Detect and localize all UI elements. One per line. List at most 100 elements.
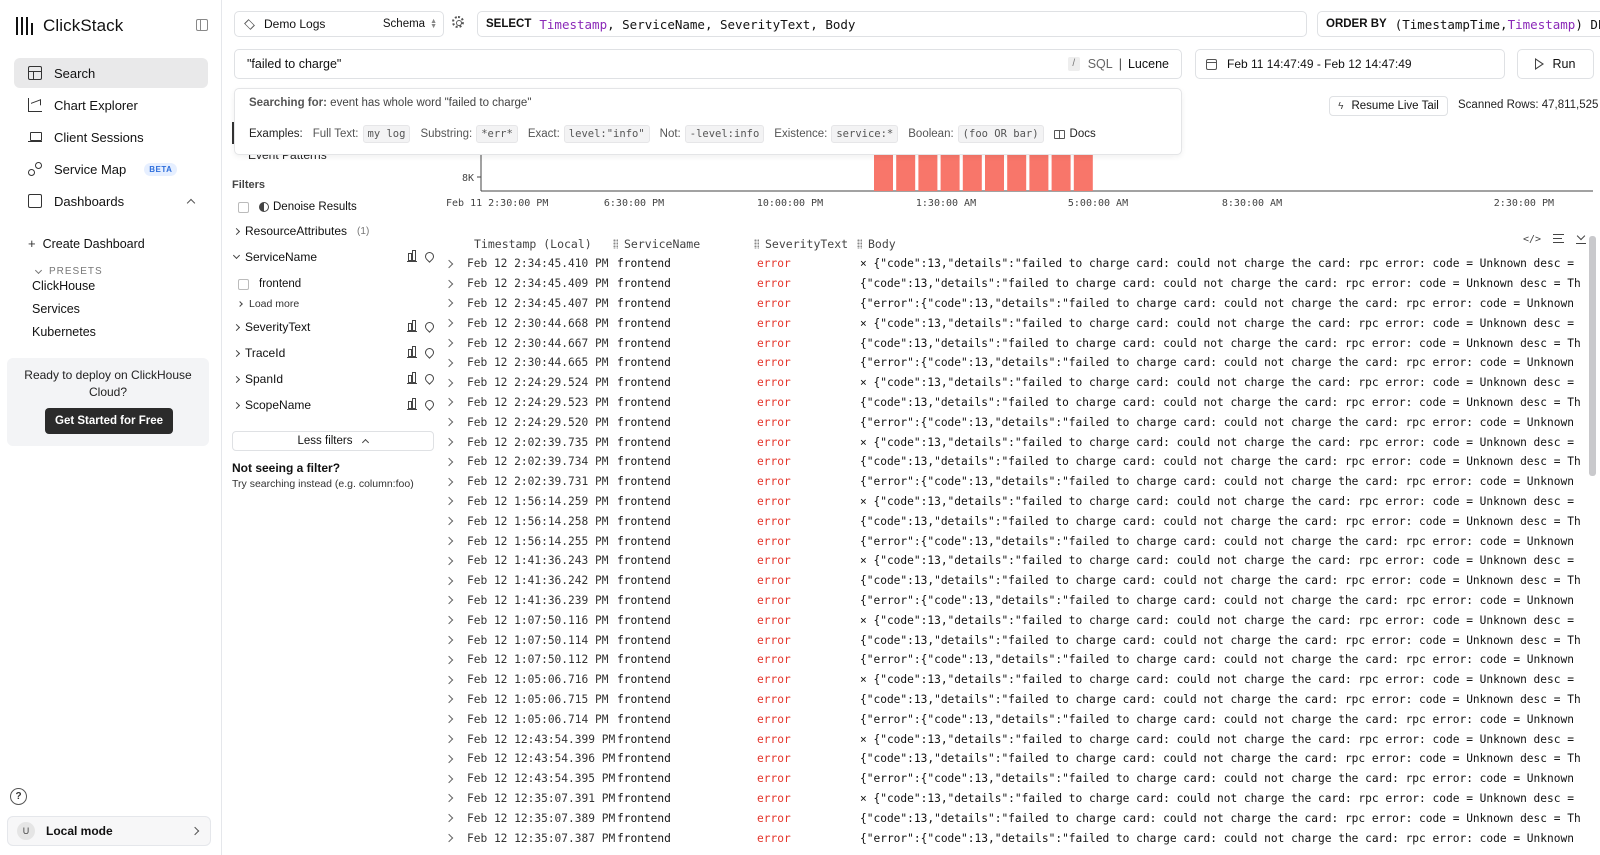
pin-icon[interactable]: [423, 398, 436, 411]
column-header-body[interactable]: Body: [857, 236, 896, 252]
expand-row-icon[interactable]: [446, 556, 454, 566]
expand-row-icon[interactable]: [446, 477, 454, 486]
expand-row-icon[interactable]: [446, 596, 454, 605]
bar-chart-icon[interactable]: [407, 346, 417, 358]
expand-row-icon[interactable]: [446, 774, 454, 783]
schema-button[interactable]: Schema: [383, 18, 425, 30]
table-row[interactable]: Feb 12 2:30:44.665 PM frontend error {"erro…: [446, 353, 1586, 373]
expand-row-icon[interactable]: [446, 675, 454, 684]
resume-live-tail-button[interactable]: ϟ Resume Live Tail: [1329, 96, 1448, 116]
download-icon[interactable]: [1576, 234, 1587, 244]
facet-value-frontend[interactable]: frontend: [238, 278, 301, 290]
language-lucene-toggle[interactable]: Lucene: [1128, 57, 1169, 71]
table-row[interactable]: Feb 12 2:02:39.731 PM frontend error {"erro…: [446, 472, 1586, 492]
table-row[interactable]: Feb 12 1:41:36.239 PM frontend error {"erro…: [446, 591, 1586, 611]
wrap-lines-icon[interactable]: [1553, 234, 1565, 243]
expand-row-icon[interactable]: [446, 655, 454, 665]
table-row[interactable]: Feb 12 2:02:39.734 PM frontend error {"code…: [446, 452, 1586, 472]
table-row[interactable]: Feb 12 1:07:50.112 PM frontend error {"erro…: [446, 650, 1586, 670]
table-row[interactable]: Feb 12 2:34:45.407 PM frontend error {"erro…: [446, 294, 1586, 314]
table-row[interactable]: Feb 12 2:02:39.735 PM frontend error × {"co…: [446, 432, 1586, 452]
expand-row-icon[interactable]: [446, 319, 454, 328]
expand-row-icon[interactable]: [446, 378, 454, 387]
table-row[interactable]: Feb 12 2:34:45.409 PM frontend error {"code…: [446, 274, 1586, 294]
sidebar-item-search[interactable]: Search: [14, 58, 208, 88]
code-icon[interactable]: </>: [1523, 234, 1541, 245]
gear-icon[interactable]: [452, 16, 464, 28]
column-header-severity-text[interactable]: SeverityText: [754, 236, 848, 252]
bar-chart-icon[interactable]: [407, 320, 417, 332]
expand-row-icon[interactable]: [446, 635, 454, 645]
table-row[interactable]: Feb 12 1:56:14.258 PM frontend error {"code…: [446, 511, 1586, 531]
bar-chart-icon[interactable]: [407, 250, 417, 262]
expand-row-icon[interactable]: [446, 615, 454, 625]
table-row[interactable]: Feb 12 12:43:54.399 PM frontend error × {"c…: [446, 729, 1586, 749]
docs-link[interactable]: Docs: [1053, 128, 1096, 140]
drag-handle-icon[interactable]: [613, 239, 618, 249]
expand-row-icon[interactable]: [446, 418, 454, 427]
expand-row-icon[interactable]: [446, 714, 454, 724]
pin-icon[interactable]: [423, 250, 436, 263]
table-row[interactable]: Feb 12 1:05:06.716 PM frontend error × {"co…: [446, 670, 1586, 690]
expand-row-icon[interactable]: [446, 299, 454, 308]
table-row[interactable]: Feb 12 2:34:45.410 PM frontend error × {"co…: [446, 254, 1586, 274]
table-row[interactable]: Feb 12 2:30:44.667 PM frontend error {"code…: [446, 333, 1586, 353]
select-input[interactable]: SELECT Timestamp , ServiceName, Severity…: [477, 11, 1307, 37]
help-icon[interactable]: ?: [10, 788, 27, 805]
presets-header[interactable]: PRESETS: [34, 266, 103, 277]
facet-severity-text[interactable]: SeverityText: [232, 318, 436, 336]
preset-services[interactable]: Services: [32, 302, 80, 316]
table-row[interactable]: Feb 12 12:43:54.395 PM frontend error {"err…: [446, 769, 1586, 789]
table-row[interactable]: Feb 12 1:07:50.116 PM frontend error × {"co…: [446, 610, 1586, 630]
expand-row-icon[interactable]: [446, 279, 454, 288]
table-row[interactable]: Feb 12 2:30:44.668 PM frontend error × {"co…: [446, 313, 1586, 333]
language-sql-toggle[interactable]: SQL: [1088, 57, 1113, 71]
table-row[interactable]: Feb 12 1:56:14.255 PM frontend error {"erro…: [446, 531, 1586, 551]
get-started-button[interactable]: Get Started for Free: [45, 408, 173, 434]
sidebar-item-chart-explorer[interactable]: Chart Explorer: [14, 90, 208, 120]
column-header-service-name[interactable]: ServiceName: [613, 236, 700, 252]
expand-row-icon[interactable]: [446, 813, 454, 823]
expand-row-icon[interactable]: [446, 833, 454, 843]
expand-row-icon[interactable]: [446, 358, 454, 368]
expand-row-icon[interactable]: [446, 338, 454, 348]
pin-icon[interactable]: [423, 346, 436, 359]
drag-handle-icon[interactable]: [754, 239, 759, 249]
histogram-chart[interactable]: 8K Feb 11 2:30:00 PM 6:30:00 PM 10:00:00 PM…: [446, 146, 1596, 212]
facet-trace-id[interactable]: TraceId: [232, 344, 436, 362]
sidebar-item-service-map[interactable]: Service Map BETA: [14, 154, 208, 184]
preset-clickhouse[interactable]: ClickHouse: [32, 279, 95, 293]
create-dashboard-button[interactable]: + Create Dashboard: [28, 236, 145, 251]
load-more-button[interactable]: Load more: [237, 298, 299, 310]
time-range-picker[interactable]: Feb 11 14:47:49 - Feb 12 14:47:49: [1195, 49, 1505, 79]
table-row[interactable]: Feb 12 2:24:29.524 PM frontend error × {"co…: [446, 373, 1586, 393]
local-mode-button[interactable]: U Local mode: [7, 816, 211, 846]
facet-value-checkbox[interactable]: [238, 278, 249, 290]
table-row[interactable]: Feb 12 2:24:29.520 PM frontend error {"erro…: [446, 412, 1586, 432]
pin-icon[interactable]: [423, 372, 436, 385]
chevron-up-icon[interactable]: [186, 198, 196, 207]
expand-row-icon[interactable]: [446, 457, 454, 467]
facet-scope-name[interactable]: ScopeName: [232, 396, 436, 414]
table-row[interactable]: Feb 12 2:24:29.523 PM frontend error {"code…: [446, 393, 1586, 413]
less-filters-button[interactable]: Less filters: [232, 431, 434, 451]
expand-row-icon[interactable]: [446, 695, 454, 704]
expand-row-icon[interactable]: [446, 536, 454, 546]
table-row[interactable]: Feb 12 1:07:50.114 PM frontend error {"code…: [446, 630, 1586, 650]
table-row[interactable]: Feb 12 1:41:36.243 PM frontend error × {"co…: [446, 551, 1586, 571]
brand[interactable]: ClickStack: [16, 14, 123, 38]
table-row[interactable]: Feb 12 1:41:36.242 PM frontend error {"code…: [446, 571, 1586, 591]
denoise-checkbox[interactable]: [238, 201, 249, 213]
drag-handle-icon[interactable]: [857, 239, 862, 249]
run-button[interactable]: Run: [1517, 49, 1594, 79]
expand-row-icon[interactable]: [446, 576, 454, 585]
table-row[interactable]: Feb 12 12:35:07.391 PM frontend error × {"c…: [446, 789, 1586, 809]
expand-row-icon[interactable]: [446, 259, 454, 269]
results-scrollbar[interactable]: [1589, 236, 1596, 476]
expand-row-icon[interactable]: [446, 754, 454, 764]
expand-row-icon[interactable]: [446, 497, 454, 506]
expand-row-icon[interactable]: [446, 437, 454, 447]
table-row[interactable]: Feb 12 12:35:07.389 PM frontend error {"cod…: [446, 808, 1586, 828]
denoise-toggle[interactable]: Denoise Results: [238, 201, 357, 213]
sidebar-collapse-icon[interactable]: [196, 19, 208, 31]
